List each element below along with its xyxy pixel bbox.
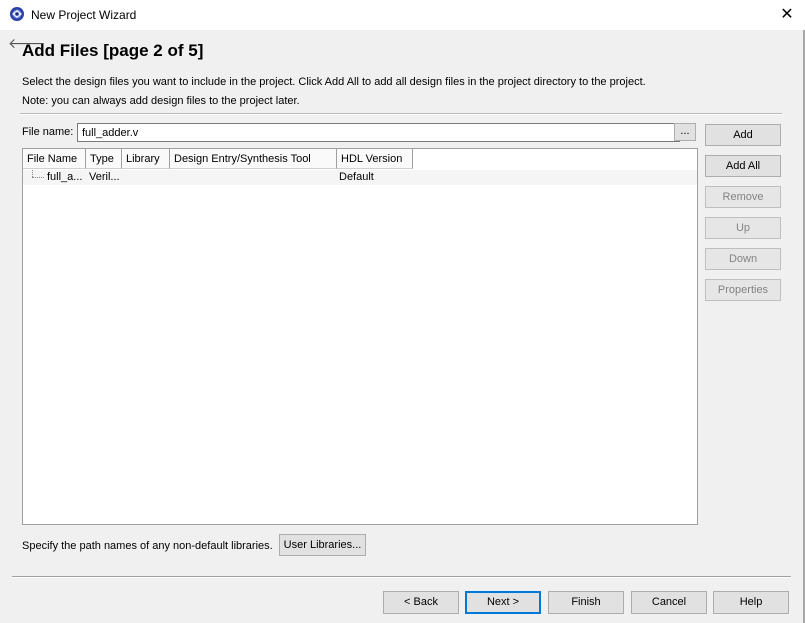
cell-file-name: full_a... [47,171,83,183]
add-button[interactable]: Add [705,124,781,146]
tree-connector [32,177,44,178]
file-list-table[interactable]: File Name Type Library Design Entry/Synt… [22,148,698,525]
remove-button[interactable]: Remove [705,186,781,208]
down-button[interactable]: Down [705,248,781,270]
back-button[interactable]: < Back [383,591,459,614]
next-button[interactable]: Next > [465,591,541,614]
finish-button[interactable]: Finish [548,591,624,614]
add-all-button[interactable]: Add All [705,155,781,177]
window-title: New Project Wizard [31,8,137,22]
footer-divider [12,576,791,578]
file-name-label: File name: [22,126,74,138]
column-header-type[interactable]: Type [86,149,122,169]
file-name-input[interactable] [77,123,680,142]
browse-button[interactable]: ... [674,123,696,141]
cancel-button[interactable]: Cancel [631,591,707,614]
help-button[interactable]: Help [713,591,789,614]
header-divider [20,113,782,115]
libraries-label: Specify the path names of any non-defaul… [22,540,273,552]
up-button[interactable]: Up [705,217,781,239]
column-header-design-entry-tool[interactable]: Design Entry/Synthesis Tool [170,149,337,169]
column-header-hdl-version[interactable]: HDL Version [337,149,413,169]
page-note: Note: you can always add design files to… [22,95,300,107]
close-icon[interactable]: ✕ [772,2,802,28]
page-description: Select the design files you want to incl… [22,76,646,88]
cell-type: Veril... [89,171,120,183]
cell-hdl-version: Default [339,171,374,183]
tree-connector [32,170,33,177]
column-header-library[interactable]: Library [122,149,170,169]
title-bar: New Project Wizard ✕ [0,0,805,30]
user-libraries-button[interactable]: User Libraries... [279,534,366,556]
column-header-file-name[interactable]: File Name [23,149,86,169]
page-title: Add Files [page 2 of 5] [22,41,204,60]
app-icon [10,7,24,21]
properties-button[interactable]: Properties [705,279,781,301]
table-row[interactable]: full_a... Veril... Default [23,170,697,185]
